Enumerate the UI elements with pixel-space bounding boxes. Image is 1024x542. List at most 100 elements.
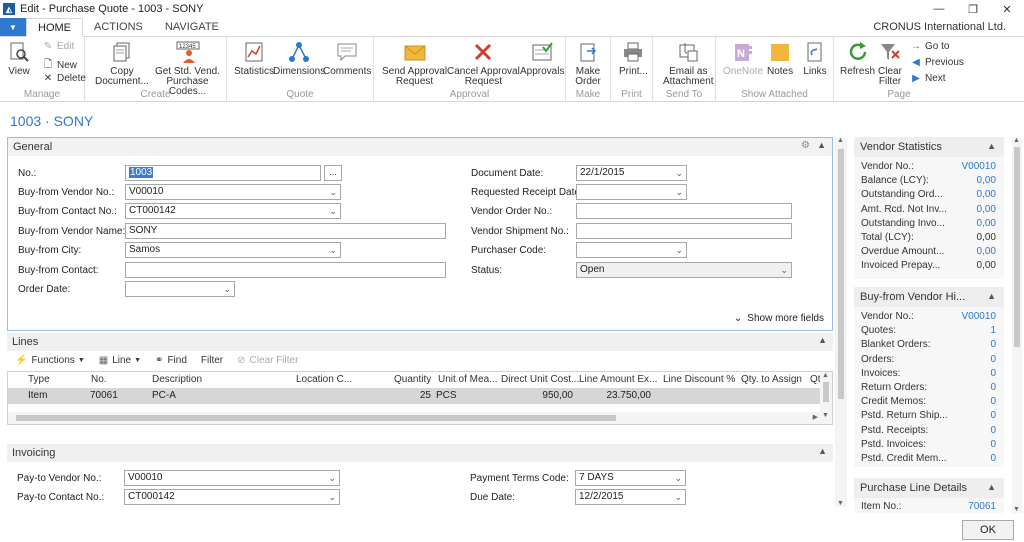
collapse-icon[interactable]: ▲ xyxy=(987,141,996,151)
assist-edit-button[interactable]: ... xyxy=(324,165,342,181)
scroll-thumb[interactable] xyxy=(1014,147,1020,347)
scroll-right-icon[interactable]: ▶ xyxy=(813,413,818,421)
grid-horizontal-scrollbar[interactable]: ▶ xyxy=(8,412,820,424)
minimize-button[interactable]: — xyxy=(922,0,956,18)
refresh-button[interactable]: Refresh xyxy=(840,40,875,77)
invoicing-header[interactable]: Invoicing ▲ xyxy=(7,444,833,462)
clear-filter-lines-button[interactable]: ⊘ Clear Filter xyxy=(237,355,298,366)
cell-type[interactable]: Item xyxy=(28,390,47,401)
scroll-down-icon[interactable]: ▼ xyxy=(822,412,829,419)
factbox-value[interactable]: 1 xyxy=(990,325,996,336)
ok-button[interactable]: OK xyxy=(962,520,1014,540)
maximize-button[interactable]: ❐ xyxy=(956,0,990,18)
previous-button[interactable]: ◀ Previous xyxy=(910,57,964,68)
payment-terms-code-field[interactable]: 7 DAYS ⌄ xyxy=(575,470,686,486)
comments-button[interactable]: Comments xyxy=(323,40,371,77)
column-header[interactable]: No. xyxy=(91,374,107,385)
column-header[interactable]: Type xyxy=(28,374,50,385)
due-date-field[interactable]: 12/2/2015 ⌄ xyxy=(575,489,686,505)
send-approval-request-button[interactable]: Send Approval Request xyxy=(382,40,447,87)
collapse-icon[interactable]: ▲ xyxy=(818,446,827,456)
copy-document-button[interactable]: Copy Document... xyxy=(95,40,149,87)
factbox-value[interactable]: 0 xyxy=(990,368,996,379)
buy-from-contact-field[interactable] xyxy=(125,262,446,278)
tab-actions[interactable]: ACTIONS xyxy=(83,18,154,36)
edit-button[interactable]: ✎ Edit xyxy=(42,41,74,52)
factbox-value[interactable]: 0 xyxy=(990,339,996,350)
close-button[interactable]: ✕ xyxy=(990,0,1024,18)
delete-button[interactable]: ✕ Delete xyxy=(42,73,86,84)
cancel-approval-request-button[interactable]: Cancel Approval Request xyxy=(447,40,520,87)
column-header[interactable]: Description xyxy=(152,374,202,385)
general-header[interactable]: General ⚙ ▲ xyxy=(8,138,832,156)
column-header[interactable]: Line Amount Ex... xyxy=(579,374,657,385)
pay-to-contact-no-field[interactable]: CT000142 ⌄ xyxy=(124,489,340,505)
factbox-value[interactable]: 0 xyxy=(990,396,996,407)
vendor-order-no-field[interactable] xyxy=(576,203,792,219)
factbox-value[interactable]: 0 xyxy=(990,382,996,393)
factbox-title[interactable]: Vendor Statistics ▲ xyxy=(854,137,1004,157)
factbox-value[interactable]: 0 xyxy=(990,410,996,421)
factbox-value[interactable]: 0,00 xyxy=(977,175,996,186)
scroll-thumb[interactable] xyxy=(16,415,616,421)
column-header[interactable]: Quantity xyxy=(394,374,431,385)
cell-uom[interactable]: PCS xyxy=(436,390,457,401)
city-field[interactable]: Samos ⌄ xyxy=(125,242,341,258)
factbox-value[interactable]: 0 xyxy=(990,425,996,436)
collapse-icon[interactable]: ▲ xyxy=(817,140,826,150)
show-more-fields-link[interactable]: ⌄ Show more fields xyxy=(734,313,824,324)
factbox-value[interactable]: 0 xyxy=(990,354,996,365)
collapse-icon[interactable]: ▲ xyxy=(987,482,996,492)
collapse-icon[interactable]: ▲ xyxy=(987,291,996,301)
email-as-attachment-button[interactable]: Email as Attachment xyxy=(663,40,714,87)
make-order-button[interactable]: Make Order xyxy=(575,40,601,87)
next-button[interactable]: ▶ Next xyxy=(910,73,945,84)
vendor-name-field[interactable]: SONY xyxy=(125,223,446,239)
factbox-value[interactable]: 0,00 xyxy=(977,246,996,257)
column-header[interactable]: Location C... xyxy=(296,374,352,385)
grid-vertical-scrollbar[interactable]: ▲ ▼ xyxy=(820,372,832,424)
status-field[interactable]: Open ⌄ xyxy=(576,262,792,278)
dimensions-button[interactable]: Dimensions xyxy=(273,40,325,77)
scroll-down-icon[interactable]: ▼ xyxy=(1013,506,1020,513)
vendor-no-field[interactable]: V00010 ⌄ xyxy=(125,184,341,200)
view-button[interactable]: View xyxy=(6,40,32,77)
find-button[interactable]: ⚭ Find xyxy=(155,355,187,366)
cell-no[interactable]: 70061 xyxy=(90,390,118,401)
contact-no-field[interactable]: CT000142 ⌄ xyxy=(125,203,341,219)
factbox-title[interactable]: Buy-from Vendor Hi... ▲ xyxy=(854,287,1004,307)
no-field[interactable]: 1003 xyxy=(125,165,321,181)
links-button[interactable]: Links xyxy=(802,40,828,77)
table-row[interactable]: Item 70061 PC-A 25 PCS 950,00 23.750,00 xyxy=(8,388,820,404)
factbox-value[interactable]: 0,00 xyxy=(977,189,996,200)
column-header[interactable]: Unit of Mea... xyxy=(438,374,497,385)
clear-filter-button[interactable]: Clear Filter xyxy=(877,40,903,87)
scroll-thumb[interactable] xyxy=(823,382,829,402)
lines-header[interactable]: Lines ▲ xyxy=(7,333,833,351)
column-header[interactable]: Direct Unit Cost... xyxy=(501,374,579,385)
scroll-up-icon[interactable]: ▲ xyxy=(1013,137,1020,144)
column-header[interactable]: Qty. to Assign xyxy=(741,374,802,385)
approvals-button[interactable]: Approvals xyxy=(520,40,564,77)
scroll-up-icon[interactable]: ▲ xyxy=(822,372,829,379)
tab-navigate[interactable]: NAVIGATE xyxy=(154,18,230,36)
factbox-title[interactable]: Purchase Line Details ▲ xyxy=(854,478,1004,498)
factbox-value[interactable]: 0,00 xyxy=(977,218,996,229)
print-button[interactable]: Print... xyxy=(619,40,648,77)
factbox-vertical-scrollbar[interactable]: ▲ ▼ xyxy=(1012,137,1022,513)
cell-quantity[interactable]: 25 xyxy=(388,390,431,401)
requested-receipt-date-field[interactable]: ⌄ xyxy=(576,184,687,200)
factbox-value[interactable]: V00010 xyxy=(962,161,996,172)
tab-home[interactable]: HOME xyxy=(26,18,83,37)
order-date-field[interactable]: ⌄ xyxy=(125,281,235,297)
filter-button[interactable]: Filter xyxy=(201,355,223,366)
scroll-up-icon[interactable]: ▲ xyxy=(837,137,844,144)
main-vertical-scrollbar[interactable]: ▲ ▼ xyxy=(835,137,847,507)
factbox-value[interactable]: 0 xyxy=(990,453,996,464)
purchaser-code-field[interactable]: ⌄ xyxy=(576,242,687,258)
collapse-icon[interactable]: ▲ xyxy=(818,335,827,345)
application-menu-button[interactable]: ▼ xyxy=(0,18,26,36)
cell-line-amount[interactable]: 23.750,00 xyxy=(576,390,652,401)
vendor-shipment-no-field[interactable] xyxy=(576,223,792,239)
cell-description[interactable]: PC-A xyxy=(152,390,176,401)
